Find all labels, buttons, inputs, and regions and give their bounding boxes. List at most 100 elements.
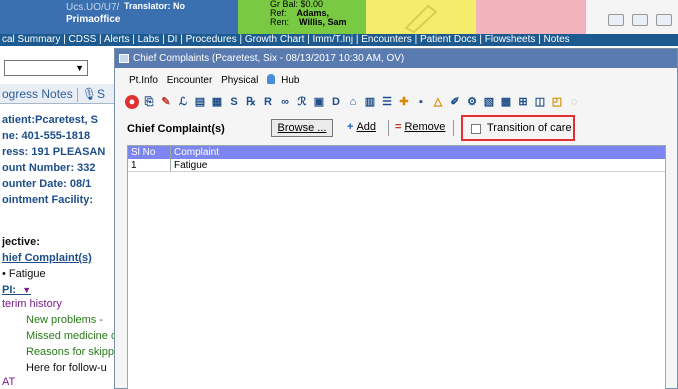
puzzle-icon[interactable]: ✚ xyxy=(397,95,411,109)
cell-sl-no: 1 xyxy=(128,159,171,171)
patient-dob: Ucs.UO/U7/194 xyxy=(66,2,137,13)
minus-icon: = xyxy=(395,121,402,133)
menu-encounter[interactable]: Encounter xyxy=(167,75,213,86)
alert-icon[interactable]: ● xyxy=(125,95,139,109)
menu-pt-info[interactable]: Pt.Info xyxy=(129,75,158,86)
remove-label: Remove xyxy=(404,121,446,133)
eraser-icon[interactable]: ✎ xyxy=(159,95,173,109)
menu-physical[interactable]: Physical xyxy=(221,75,258,86)
column-header-sl-no[interactable]: Sl No xyxy=(128,146,171,159)
plus-icon: + xyxy=(347,121,354,133)
tab-progress-notes[interactable]: ogress Notes 🎙S xyxy=(0,84,122,104)
account-number-line: ount Number: 332 xyxy=(2,162,96,174)
disabled-icon: ◌ xyxy=(570,96,578,108)
follow-up: Here for follow-u xyxy=(26,362,107,374)
chief-complaints-heading: Chief Complaint(s) xyxy=(127,123,225,135)
dialog-toolbar: ● ⎘ ✎ ℒ ▤ ▦ S ℞ R ∞ ℛ ▣ D ⌂ ▥ ☰ ✚ ▪ △ ✐ … xyxy=(125,93,581,111)
ren-label: Ren: xyxy=(270,17,290,27)
phone-icon[interactable] xyxy=(608,14,624,26)
report-icon[interactable]: ▧ xyxy=(482,95,496,109)
appointment-facility-line: ointment Facility: xyxy=(2,194,94,206)
save-icon[interactable]: ▪ xyxy=(414,95,428,109)
new-problems: New problems - xyxy=(26,314,104,326)
signature-icon[interactable]: ℒ xyxy=(176,95,190,109)
address-line: ress: 191 PLEASAN xyxy=(2,146,106,158)
transition-of-care-label[interactable]: Transition of care xyxy=(487,122,572,134)
export-icon[interactable]: ◰ xyxy=(550,95,564,109)
toolbar-divider xyxy=(453,120,454,136)
alert-panel-yellow[interactable] xyxy=(366,0,476,34)
calendar-icon[interactable]: ▥ xyxy=(363,95,377,109)
sms-icon[interactable] xyxy=(632,14,648,26)
chevron-down-icon: ▼ xyxy=(75,63,84,73)
monitor-icon[interactable] xyxy=(656,14,672,26)
bell-icon[interactable]: △ xyxy=(431,95,445,109)
menu-hub-label: Hub xyxy=(281,75,300,86)
chart-icon[interactable]: ▦ xyxy=(210,95,224,109)
interim-history: terim history xyxy=(2,298,62,310)
reasons-for-skipping: Reasons for skipp xyxy=(26,346,115,358)
person-icon xyxy=(267,74,276,84)
complaint-bullet: • Fatigue xyxy=(2,268,46,280)
patient-name-line: atient:Pcaretest, S xyxy=(2,114,98,126)
hpi-arrow-icon: ▼ xyxy=(22,285,32,295)
cell-complaint: Fatigue xyxy=(174,160,208,171)
phone-line: ne: 401-555-1818 xyxy=(2,130,91,142)
s-icon[interactable]: S xyxy=(227,95,241,109)
column-header-complaint[interactable]: Complaint xyxy=(171,146,665,159)
transition-of-care-checkbox[interactable] xyxy=(471,124,481,134)
window-icon xyxy=(119,54,129,63)
dialog-menu: Pt.Info Encounter Physical Hub xyxy=(129,74,311,86)
app-menubar[interactable]: cal Summary | CDSS | Alerts | Labs | DI … xyxy=(0,34,678,46)
dialog-title-bar[interactable]: Chief Complaints (Pcaretest, Six - 08/13… xyxy=(115,49,677,68)
template-dropdown[interactable]: ▼ xyxy=(4,60,88,76)
missed-medicine: Missed medicine d xyxy=(26,330,118,342)
transition-of-care-highlight: Transition of care xyxy=(461,115,575,141)
glasses-icon[interactable]: ∞ xyxy=(278,95,292,109)
chief-complaints-dialog: Chief Complaints (Pcaretest, Six - 08/13… xyxy=(114,48,678,389)
add-button[interactable]: + Add xyxy=(347,121,376,133)
balance-panel: Gr Bal: $0.00 Ref: Adams, Ren: Willis, S… xyxy=(238,0,366,34)
r-icon[interactable]: R xyxy=(261,95,275,109)
table-icon[interactable]: ▩ xyxy=(499,95,513,109)
copy-icon[interactable]: ⎘ xyxy=(142,95,156,109)
grid-header: Sl No Complaint xyxy=(128,146,665,159)
flowsheet-icon[interactable]: ⊞ xyxy=(516,95,530,109)
encounter-date-line: ounter Date: 08/1 xyxy=(2,178,92,190)
patient-info-banner: Ucs.UO/U7/194 Primaoffice@yahoo.c xyxy=(0,0,169,34)
header-icon-tray xyxy=(586,0,678,34)
rx-icon[interactable]: ℞ xyxy=(244,95,258,109)
at-line: AT xyxy=(2,376,16,388)
dx-icon[interactable]: D xyxy=(329,95,343,109)
hpi-link[interactable]: PI: ▼ xyxy=(2,284,31,296)
translator-text: Translator: No xyxy=(124,1,186,11)
tab-s-label: S xyxy=(96,87,105,101)
sb-icon[interactable]: ◫ xyxy=(533,95,547,109)
dialog-title: Chief Complaints (Pcaretest, Six - 08/13… xyxy=(133,53,405,64)
add-label: Add xyxy=(356,121,377,133)
settings-icon[interactable]: ⚙ xyxy=(465,95,479,109)
pen-icon[interactable]: ✐ xyxy=(448,95,462,109)
document-icon[interactable]: ▤ xyxy=(193,95,207,109)
menu-hub[interactable]: Hub xyxy=(267,74,305,86)
toolbar-divider xyxy=(388,120,389,136)
alert-panel-pink[interactable] xyxy=(476,0,586,34)
translator-panel: Translator: No xyxy=(120,0,238,34)
hpi-label: PI: xyxy=(2,284,17,296)
patient-email: Primaoffice@yahoo.c xyxy=(66,14,169,25)
remove-button[interactable]: = Remove xyxy=(395,121,445,133)
complaints-grid: Sl No Complaint 1 Fatigue xyxy=(127,145,666,389)
user-list-icon[interactable]: ☰ xyxy=(380,95,394,109)
pencil-icon xyxy=(404,4,438,34)
chief-complaints-link[interactable]: hief Complaint(s) xyxy=(2,252,92,264)
tab-progress-notes-label: ogress Notes xyxy=(2,87,73,101)
subjective-heading: jective: xyxy=(2,236,40,248)
truck-icon[interactable]: ▣ xyxy=(312,95,326,109)
microphone-icon: 🎙 xyxy=(81,87,97,101)
building-icon[interactable]: ⌂ xyxy=(346,95,360,109)
ren-value: Willis, Sam xyxy=(299,17,347,27)
rs-icon[interactable]: ℛ xyxy=(295,95,309,109)
table-row[interactable]: 1 Fatigue xyxy=(128,159,665,172)
browse-button[interactable]: Browse ... xyxy=(271,119,333,137)
progress-notes-panel: ▼ ogress Notes 🎙S atient:Pcaretest, S ne:… xyxy=(0,46,122,389)
